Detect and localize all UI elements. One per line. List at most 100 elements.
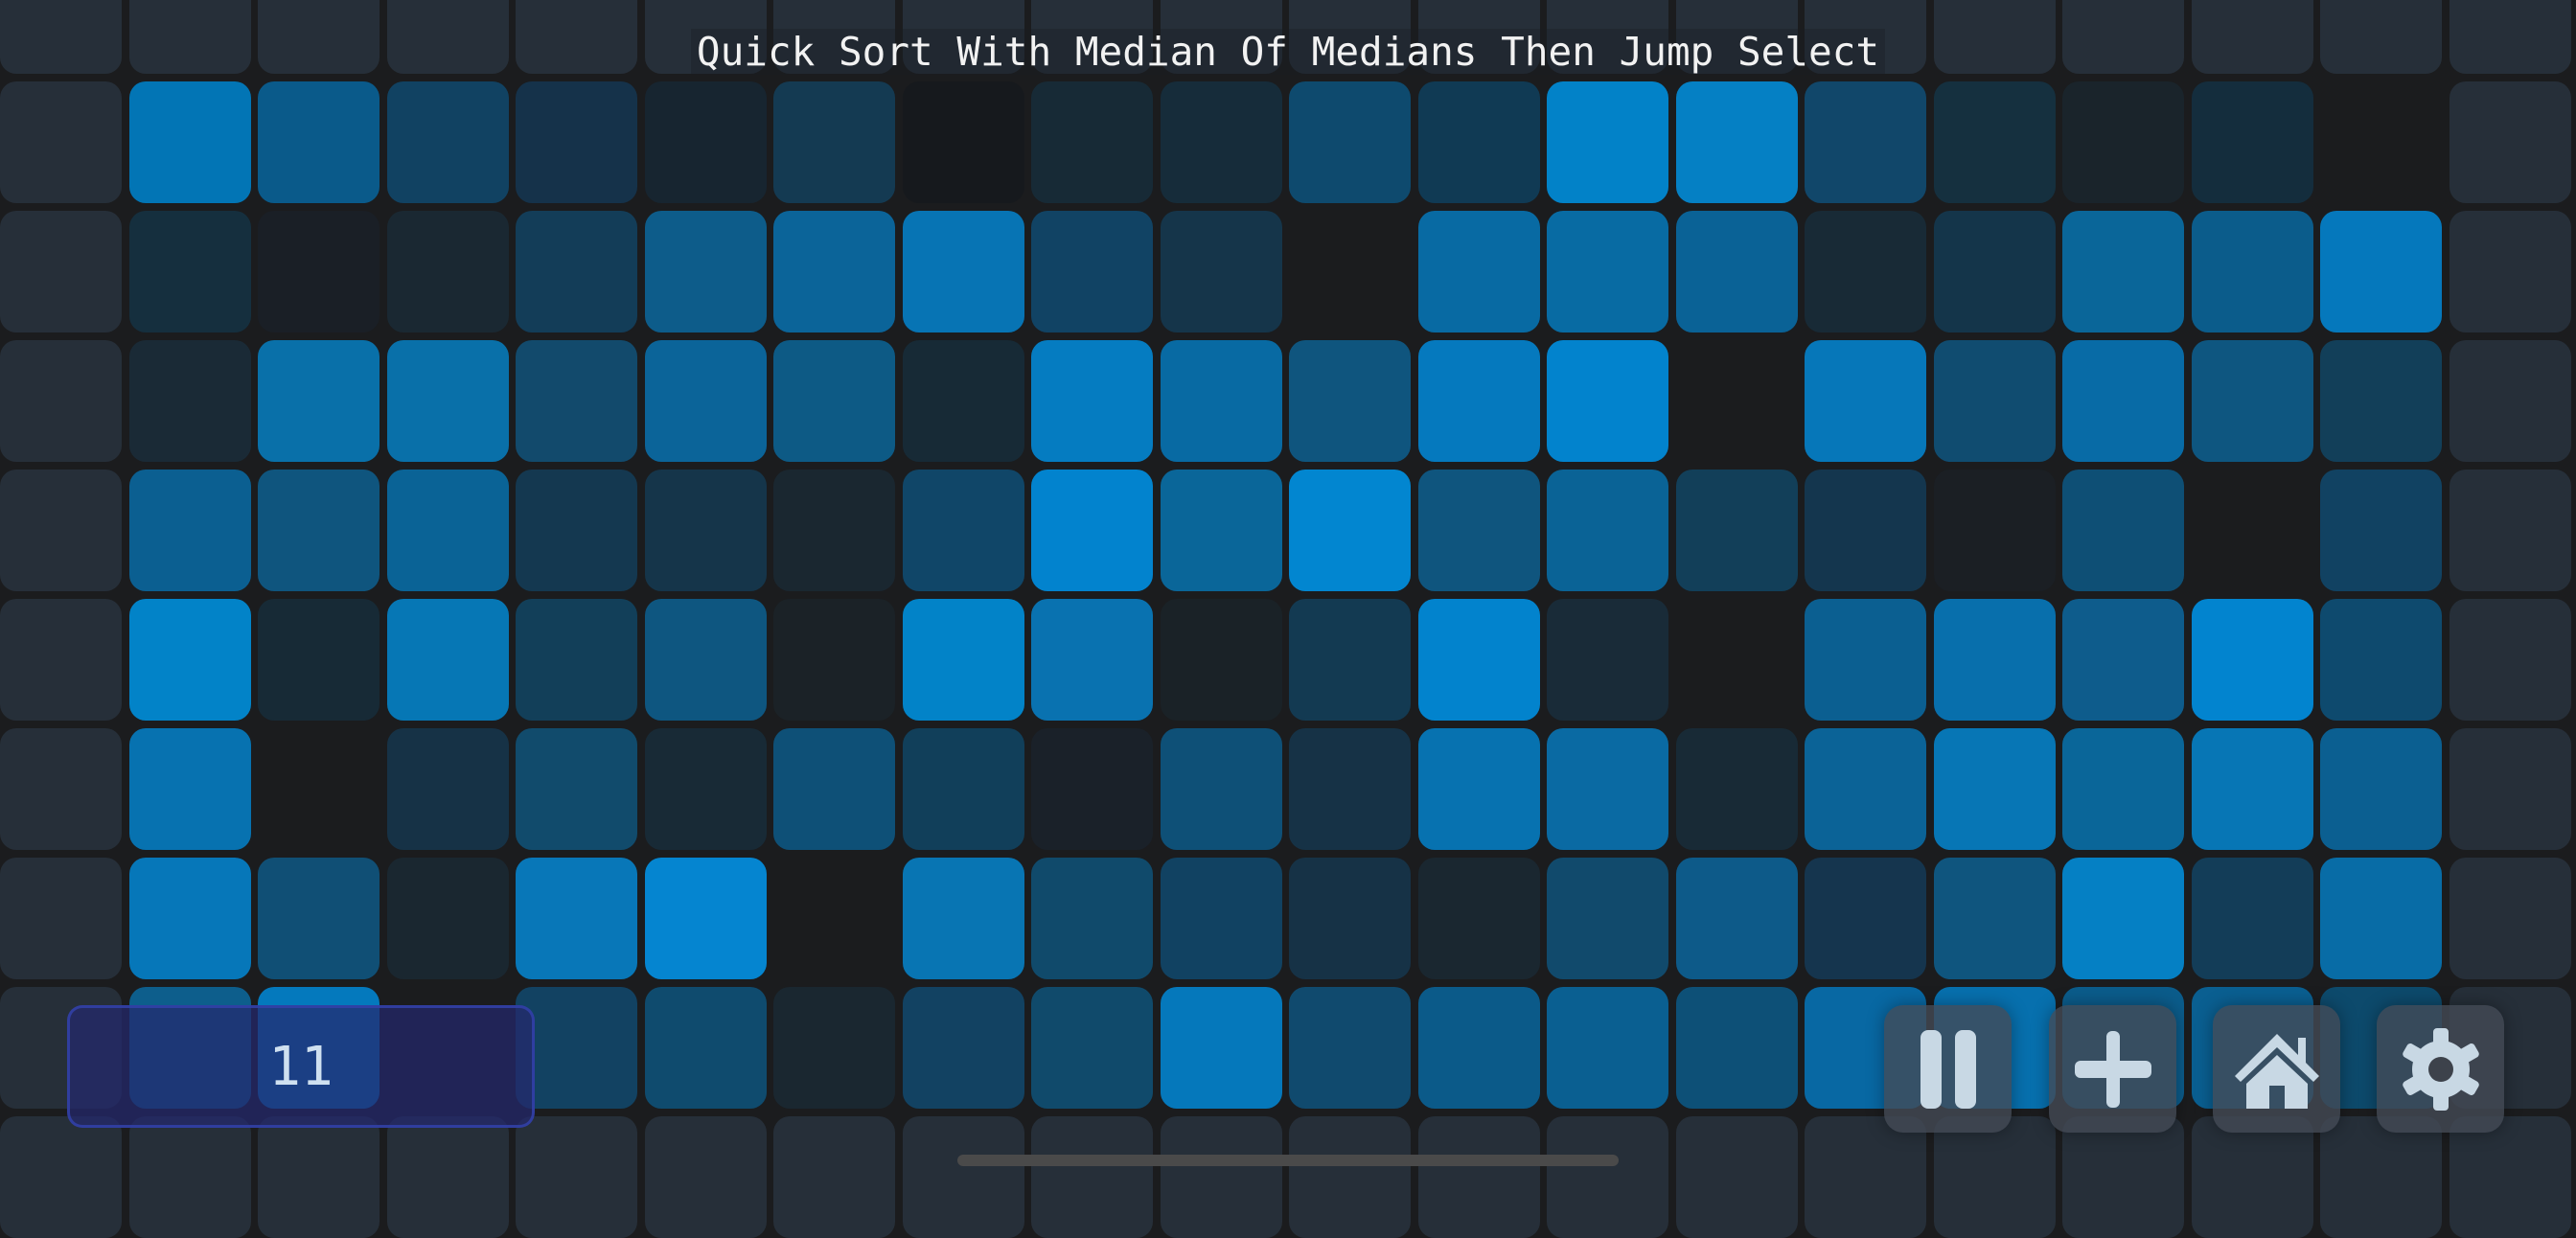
- border-cell: [516, 1116, 637, 1238]
- home-indicator-bar[interactable]: [957, 1155, 1619, 1166]
- pause-button[interactable]: [1884, 1005, 2012, 1133]
- value-cell: [902, 470, 1024, 591]
- value-cell: [1933, 470, 2056, 591]
- value-cell: [773, 211, 895, 332]
- value-cell: [1933, 599, 2056, 721]
- value-cell: [1289, 340, 1411, 462]
- value-cell: [1933, 340, 2056, 462]
- border-cell: [1031, 1116, 1153, 1238]
- value-cell: [2062, 340, 2184, 462]
- value-cell: [386, 599, 509, 721]
- value-cell: [644, 987, 767, 1109]
- value-cell: [2062, 858, 2184, 979]
- value-cell: [516, 728, 637, 850]
- value-cell: [2062, 599, 2184, 721]
- border-cell: [1547, 1116, 1668, 1238]
- value-cell: [2320, 858, 2442, 979]
- value-cell: [1289, 858, 1411, 979]
- border-cell: [1417, 1116, 1540, 1238]
- value-cell: [1417, 211, 1540, 332]
- value-cell: [128, 728, 251, 850]
- value-cell: [2191, 81, 2313, 203]
- value-cell: [773, 599, 895, 721]
- border-cell: [0, 858, 122, 979]
- value-cell: [516, 81, 637, 203]
- value-cell: [1289, 599, 1411, 721]
- border-cell: [0, 470, 122, 591]
- border-cell: [2320, 1116, 2442, 1238]
- border-cell: [1160, 1116, 1282, 1238]
- value-cell: [773, 470, 895, 591]
- value-cell: [1933, 211, 2056, 332]
- value-cell: [2062, 211, 2184, 332]
- value-cell: [902, 987, 1024, 1109]
- value-cell: [1289, 987, 1411, 1109]
- border-cell: [2449, 858, 2571, 979]
- value-cell: [1547, 987, 1668, 1109]
- value-cell: [1805, 340, 1926, 462]
- value-cell: [386, 728, 509, 850]
- border-cell: [2449, 81, 2571, 203]
- value-cell: [1417, 728, 1540, 850]
- value-cell: [2320, 340, 2442, 462]
- value-cell: [644, 470, 767, 591]
- value-cell: [1675, 728, 1798, 850]
- value-cell: [386, 81, 509, 203]
- value-cell: [1547, 599, 1668, 721]
- value-cell: [644, 340, 767, 462]
- gear-icon: [2402, 1027, 2479, 1111]
- border-cell: [0, 340, 122, 462]
- home-button[interactable]: [2213, 1005, 2340, 1133]
- value-cell: [258, 211, 380, 332]
- value-cell: [2320, 470, 2442, 591]
- value-cell: [1417, 858, 1540, 979]
- value-cell: [2320, 211, 2442, 332]
- value-cell: [773, 728, 895, 850]
- value-cell: [1675, 858, 1798, 979]
- value-cell: [1160, 728, 1282, 850]
- value-cell: [1031, 470, 1153, 591]
- value-cell: [644, 81, 767, 203]
- value-cell: [128, 211, 251, 332]
- border-cell: [0, 599, 122, 721]
- add-button[interactable]: [2049, 1005, 2176, 1133]
- value-cell: [1160, 987, 1282, 1109]
- border-cell: [2449, 1116, 2571, 1238]
- value-cell: [2191, 211, 2313, 332]
- value-cell: [2062, 81, 2184, 203]
- border-cell: [2062, 1116, 2184, 1238]
- border-cell: [1289, 1116, 1411, 1238]
- value-cell: [773, 81, 895, 203]
- value-cell: [1547, 858, 1668, 979]
- step-counter: 11: [67, 1005, 535, 1128]
- value-cell: [2062, 728, 2184, 850]
- value-cell: [1417, 470, 1540, 591]
- value-cell: [1417, 987, 1540, 1109]
- value-cell: [902, 599, 1024, 721]
- value-cell: [773, 987, 895, 1109]
- value-cell: [1675, 81, 1798, 203]
- value-cell: [644, 858, 767, 979]
- value-cell: [1547, 470, 1668, 591]
- value-cell: [644, 211, 767, 332]
- value-cell: [902, 858, 1024, 979]
- border-cell: [128, 1116, 251, 1238]
- value-cell: [2320, 599, 2442, 721]
- value-cell: [1933, 728, 2056, 850]
- value-cell: [258, 470, 380, 591]
- value-cell: [128, 470, 251, 591]
- value-cell: [1805, 728, 1926, 850]
- value-cell: [1417, 81, 1540, 203]
- value-cell: [1031, 728, 1153, 850]
- value-cell: [1031, 858, 1153, 979]
- value-cell: [644, 599, 767, 721]
- value-cell: [516, 470, 637, 591]
- settings-button[interactable]: [2377, 1005, 2504, 1133]
- border-cell: [2449, 728, 2571, 850]
- border-cell: [0, 1116, 122, 1238]
- value-cell: [516, 599, 637, 721]
- value-cell: [258, 599, 380, 721]
- value-cell: [2062, 470, 2184, 591]
- value-cell: [128, 858, 251, 979]
- value-cell: [1547, 211, 1668, 332]
